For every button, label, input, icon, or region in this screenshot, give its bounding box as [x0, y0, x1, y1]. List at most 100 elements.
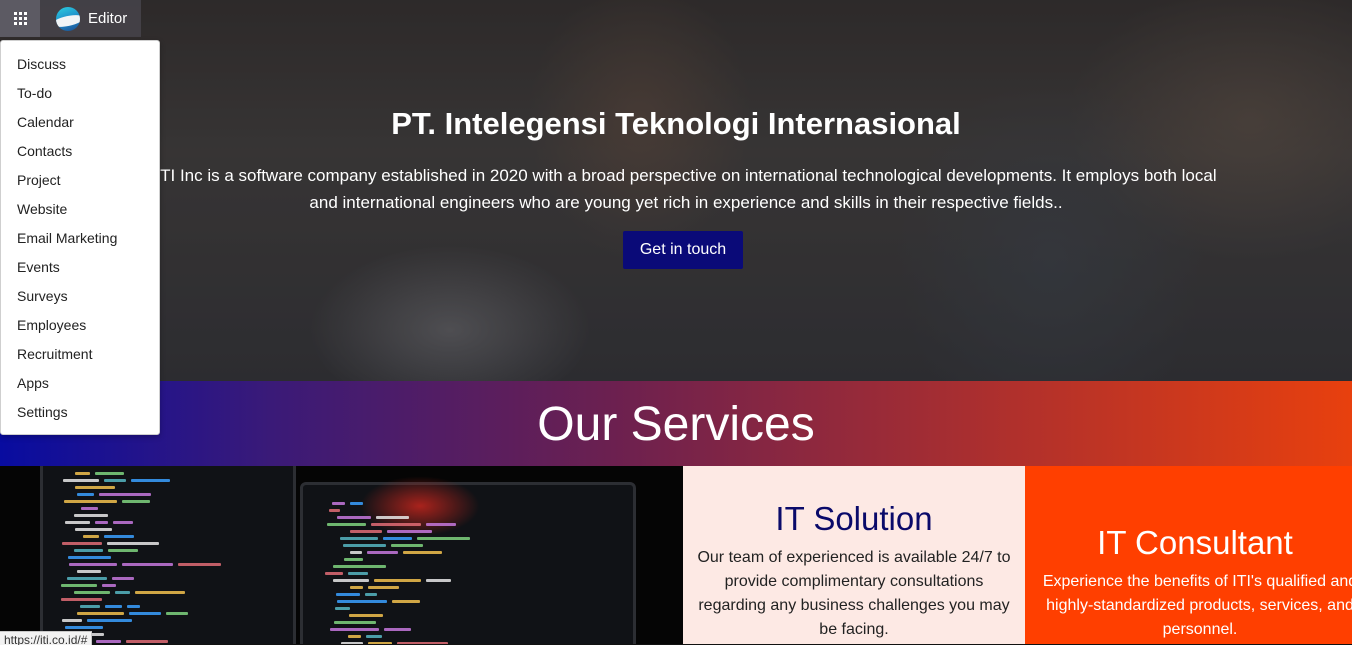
code-line — [68, 556, 111, 559]
code-line — [95, 472, 124, 475]
menu-item-website[interactable]: Website — [1, 195, 159, 224]
code-line — [63, 479, 99, 482]
code-line — [348, 635, 361, 638]
code-line — [334, 621, 376, 624]
menu-item-employees[interactable]: Employees — [1, 311, 159, 340]
menu-item-apps[interactable]: Apps — [1, 369, 159, 398]
code-line — [349, 614, 383, 617]
code-line — [126, 640, 168, 643]
status-bar-url: https://iti.co.id/# — [0, 631, 93, 645]
code-line — [99, 493, 151, 496]
code-line — [376, 516, 409, 519]
code-line — [340, 537, 378, 540]
code-line — [129, 612, 161, 615]
code-line — [104, 479, 126, 482]
code-line — [366, 635, 382, 638]
code-line — [75, 528, 112, 531]
code-line — [337, 600, 387, 603]
code-line — [77, 570, 101, 573]
code-line — [108, 549, 138, 552]
code-line — [74, 549, 103, 552]
code-line — [332, 502, 345, 505]
code-line — [64, 500, 117, 503]
code-line — [102, 584, 116, 587]
code-line — [112, 577, 134, 580]
it-consultant-text: Experience the benefits of ITI's qualifi… — [1042, 573, 1352, 638]
editor-button[interactable]: Editor — [40, 0, 141, 37]
menu-item-surveys[interactable]: Surveys — [1, 282, 159, 311]
code-line — [330, 628, 379, 631]
code-line — [166, 612, 188, 615]
code-line — [392, 600, 420, 603]
hero-section: PT. Intelegensi Teknologi Internasional … — [0, 0, 1352, 381]
code-line — [337, 516, 371, 519]
code-line — [113, 521, 133, 524]
code-line — [368, 586, 399, 589]
menu-item-settings[interactable]: Settings — [1, 398, 159, 427]
services-banner: Our Services — [0, 381, 1352, 466]
code-line — [96, 640, 121, 643]
grid-icon — [13, 12, 27, 25]
code-line — [105, 605, 122, 608]
code-line — [115, 591, 130, 594]
hero-description: ITI Inc is a software company establishe… — [155, 166, 1217, 212]
code-line — [348, 572, 368, 575]
code-line — [104, 535, 134, 538]
code-line — [417, 537, 470, 540]
menu-item-recruitment[interactable]: Recruitment — [1, 340, 159, 369]
code-line — [327, 523, 366, 526]
code-line — [391, 544, 423, 547]
code-line — [61, 598, 102, 601]
code-line — [131, 479, 170, 482]
code-line — [62, 542, 102, 545]
get-in-touch-button[interactable]: Get in touch — [623, 231, 743, 269]
code-line — [122, 500, 150, 503]
code-line — [344, 558, 363, 561]
code-line — [69, 563, 117, 566]
code-line — [127, 605, 140, 608]
code-line — [75, 472, 90, 475]
code-line — [107, 542, 159, 545]
apps-dropdown-menu: Discuss To-do Calendar Contacts Project … — [0, 40, 160, 435]
code-screen-image — [0, 466, 683, 644]
menu-item-events[interactable]: Events — [1, 253, 159, 282]
code-line — [350, 530, 382, 533]
menu-item-project[interactable]: Project — [1, 166, 159, 195]
top-bar: Editor — [0, 0, 141, 37]
menu-item-email-marketing[interactable]: Email Marketing — [1, 224, 159, 253]
apps-menu-button[interactable] — [0, 0, 40, 37]
code-line — [61, 584, 97, 587]
code-line — [75, 486, 115, 489]
code-line — [87, 619, 132, 622]
code-line — [387, 530, 432, 533]
menu-item-todo[interactable]: To-do — [1, 79, 159, 108]
code-line — [135, 591, 185, 594]
code-line — [384, 628, 411, 631]
code-line — [350, 551, 362, 554]
code-line — [365, 593, 377, 596]
code-line — [81, 507, 98, 510]
it-solution-title: IT Solution — [775, 500, 933, 537]
menu-item-contacts[interactable]: Contacts — [1, 137, 159, 166]
code-line — [374, 579, 421, 582]
code-line — [65, 521, 90, 524]
red-glow — [360, 476, 480, 536]
code-line — [383, 537, 412, 540]
code-line — [403, 551, 442, 554]
it-consultant-card: IT Consultant Experience the benefits of… — [1025, 466, 1352, 644]
code-line — [80, 605, 100, 608]
code-line — [325, 572, 343, 575]
menu-item-calendar[interactable]: Calendar — [1, 108, 159, 137]
code-line — [426, 579, 451, 582]
odoo-logo-icon — [56, 6, 80, 31]
code-line — [426, 523, 456, 526]
code-line — [371, 523, 421, 526]
code-line — [83, 535, 99, 538]
code-line — [178, 563, 221, 566]
code-line — [343, 544, 386, 547]
menu-item-discuss[interactable]: Discuss — [1, 50, 159, 79]
editor-label: Editor — [88, 10, 128, 27]
code-line — [336, 593, 360, 596]
code-line — [67, 577, 107, 580]
code-line — [367, 551, 398, 554]
